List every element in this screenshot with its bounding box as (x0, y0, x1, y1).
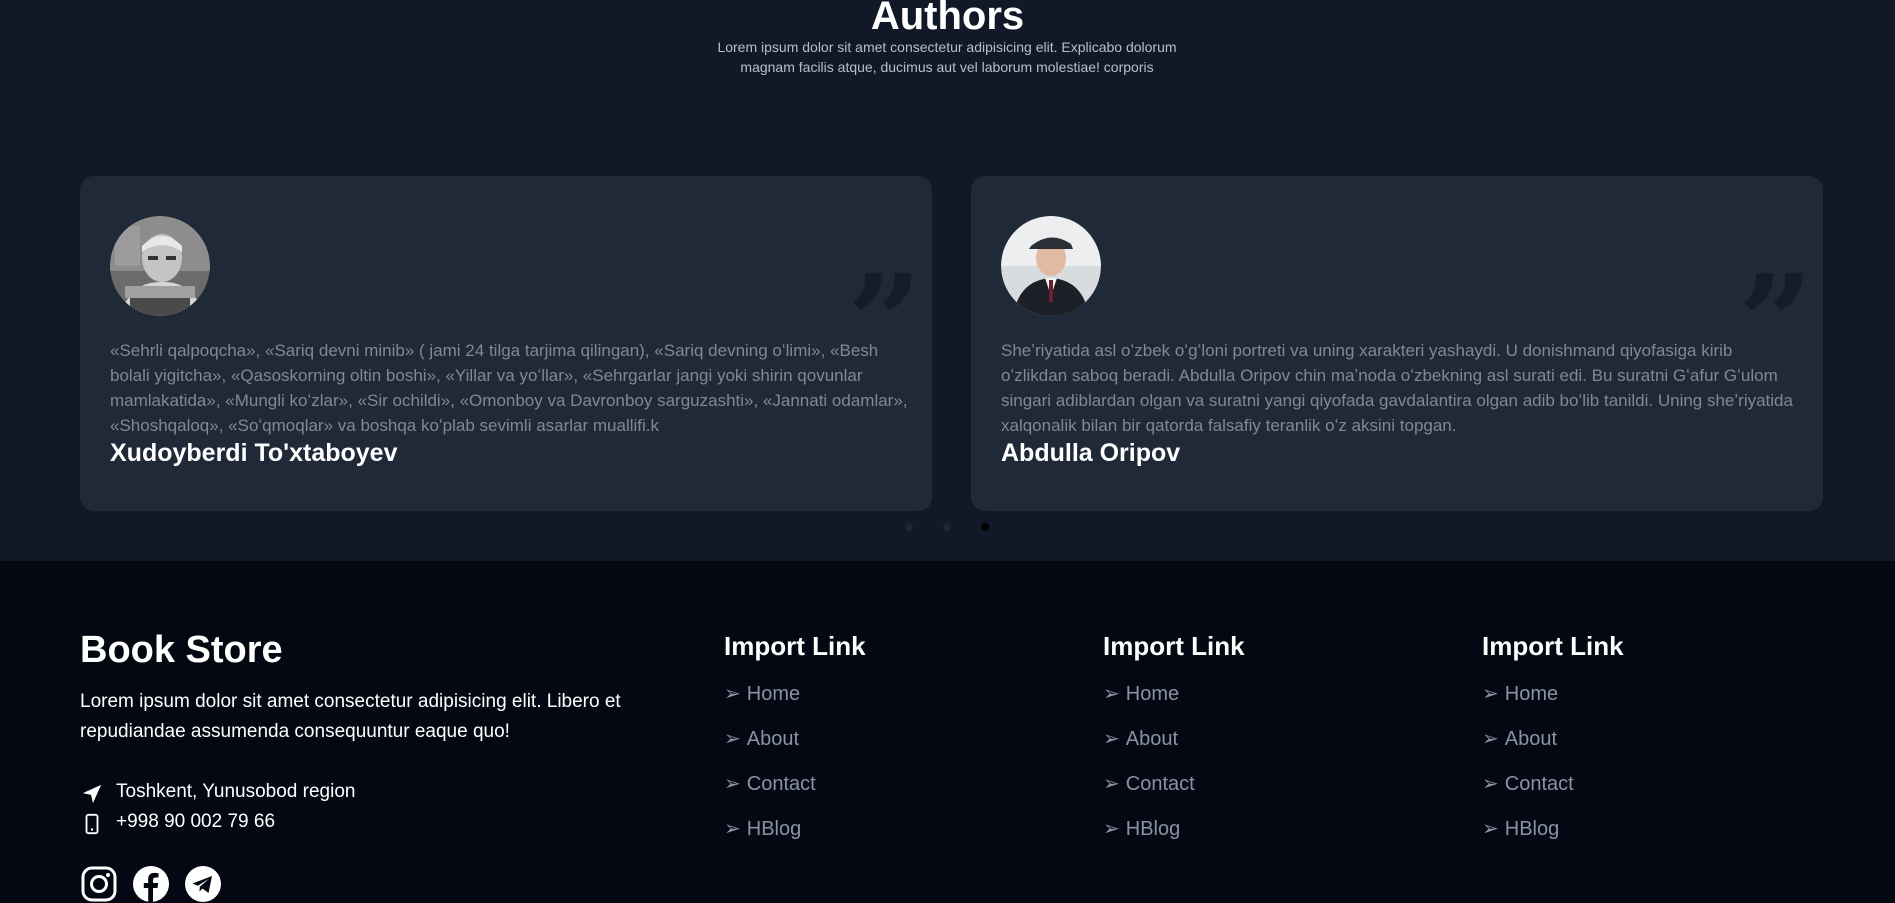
footer-link-about[interactable]: ➢ About (1482, 726, 1624, 771)
column-title: Import Link (1482, 631, 1624, 661)
instagram-icon[interactable] (80, 865, 118, 903)
arrow-right-icon: ➢ (1482, 728, 1499, 750)
footer-link-contact[interactable]: ➢ Contact (1103, 771, 1245, 816)
arrow-right-icon: ➢ (1103, 773, 1120, 795)
arrow-right-icon: ➢ (724, 728, 741, 750)
telegram-icon[interactable] (184, 865, 222, 903)
footer-link-contact[interactable]: ➢ Contact (1482, 771, 1624, 816)
carousel-dot[interactable] (905, 523, 913, 531)
carousel-dot[interactable] (943, 523, 951, 531)
arrow-right-icon: ➢ (724, 773, 741, 795)
footer-description: Lorem ipsum dolor sit amet consectetur a… (80, 691, 621, 742)
authors-section: Authors Lorem ipsum dolor sit amet conse… (0, 0, 1895, 561)
author-photo-icon (110, 216, 210, 316)
author-photo-icon (1001, 216, 1101, 316)
arrow-right-icon: ➢ (1482, 818, 1499, 840)
footer-link-hblog[interactable]: ➢ HBlog (724, 816, 866, 861)
footer-link-about[interactable]: ➢ About (724, 726, 866, 771)
arrow-right-icon: ➢ (724, 818, 741, 840)
arrow-right-icon: ➢ (724, 683, 741, 705)
author-card: ” «Sehrli qalpoqcha», «Sariq devni minib… (80, 176, 932, 511)
mobile-phone-icon (85, 813, 99, 835)
authors-description: Lorem ipsum dolor sit amet consectetur a… (717, 39, 1177, 75)
arrow-right-icon: ➢ (1103, 818, 1120, 840)
arrow-right-icon: ➢ (1103, 683, 1120, 705)
column-title: Import Link (724, 631, 866, 661)
arrow-right-icon: ➢ (1103, 728, 1120, 750)
footer-brand: Book Store (80, 629, 283, 671)
footer-link-contact[interactable]: ➢ Contact (724, 771, 866, 816)
footer-link-hblog[interactable]: ➢ HBlog (1103, 816, 1245, 861)
footer-link-hblog[interactable]: ➢ HBlog (1482, 816, 1624, 861)
footer-link-column: Import Link ➢ Home ➢ About ➢ Contact ➢ HBlog (1103, 629, 1245, 861)
location-arrow-icon (82, 784, 102, 804)
footer-link-home[interactable]: ➢ Home (724, 681, 866, 726)
phone-text: +998 90 002 79 66 (116, 811, 276, 832)
footer-link-column: Import Link ➢ Home ➢ About ➢ Contact ➢ HBlog (724, 629, 866, 861)
facebook-icon[interactable] (132, 865, 170, 903)
arrow-right-icon: ➢ (1482, 773, 1499, 795)
footer-link-home[interactable]: ➢ Home (1482, 681, 1624, 726)
author-name: Xudoyberdi To'xtaboyev (110, 439, 398, 467)
footer-link-column: Import Link ➢ Home ➢ About ➢ Contact ➢ HBlog (1482, 629, 1624, 861)
site-footer: Book Store Lorem ipsum dolor sit amet co… (0, 561, 1895, 903)
footer-link-home[interactable]: ➢ Home (1103, 681, 1245, 726)
author-bio: Sheʼriyatida asl oʻzbek oʻgʻloni portret… (1001, 341, 1793, 435)
carousel-dot-active[interactable] (981, 523, 989, 531)
address-text: Toshkent, Yunusobod region (116, 781, 356, 802)
footer-link-about[interactable]: ➢ About (1103, 726, 1245, 771)
author-card: ” Sheʼriyatida asl oʻzbek oʻgʻloni portr… (971, 176, 1823, 511)
author-avatar (1001, 216, 1101, 316)
arrow-right-icon: ➢ (1482, 683, 1499, 705)
author-name: Abdulla Oripov (1001, 439, 1181, 467)
author-bio: «Sehrli qalpoqcha», «Sariq devni minib» … (110, 341, 908, 435)
author-avatar (110, 216, 210, 316)
column-title: Import Link (1103, 631, 1245, 661)
authors-heading: Authors (870, 0, 1025, 38)
